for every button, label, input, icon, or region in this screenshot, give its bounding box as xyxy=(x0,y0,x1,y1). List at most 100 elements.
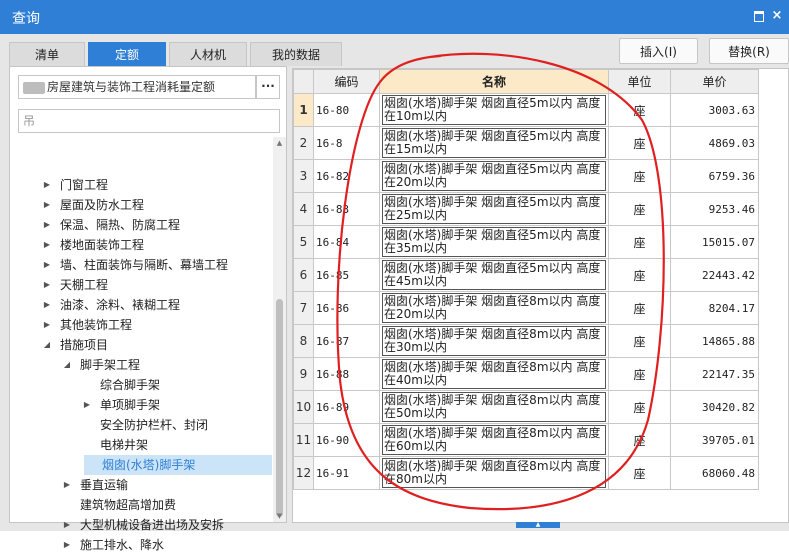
table-row[interactable]: 7 16-86 烟囱(水塔)脚手架 烟囱直径8m以内 高度在20m以内座 8204.1… xyxy=(293,291,759,325)
expanded-arrow-icon[interactable]: ◢ xyxy=(62,355,72,375)
row-number-cell: 7 xyxy=(293,291,314,325)
tree-item[interactable]: 综合脚手架 xyxy=(10,375,272,395)
expanded-arrow-icon[interactable]: ◢ xyxy=(42,335,52,355)
name-cell-text: 烟囱(水塔)脚手架 烟囱直径8m以内 高度在40m以内 xyxy=(382,359,606,389)
scroll-up-icon[interactable]: ▲ xyxy=(273,139,286,147)
row-number-cell: 6 xyxy=(293,258,314,292)
collapsed-arrow-icon[interactable]: ▶ xyxy=(42,255,52,275)
price-cell: 30420.82 xyxy=(670,390,759,424)
tree-item[interactable]: ◢ 措施项目 xyxy=(10,335,272,355)
tree-item[interactable]: ◢ 脚手架工程 xyxy=(10,355,272,375)
tree-item[interactable]: ▶ 施工排水、降水 xyxy=(10,535,272,555)
tree-item-label: 施工排水、降水 xyxy=(80,538,165,552)
more-button[interactable]: ··· xyxy=(256,75,280,99)
quota-book-value: 房屋建筑与装饰工程消耗量定额 xyxy=(47,80,216,94)
collapsed-arrow-icon[interactable]: ▶ xyxy=(82,395,92,415)
unit-header[interactable]: 单位 xyxy=(608,69,671,94)
collapsed-arrow-icon[interactable]: ▶ xyxy=(42,195,52,215)
name-cell: 烟囱(水塔)脚手架 烟囱直径8m以内 高度在40m以内 xyxy=(379,357,609,391)
tree-item[interactable]: ▶ 大型机械设备进出场及安拆 xyxy=(10,515,272,535)
collapsed-arrow-icon[interactable]: ▶ xyxy=(42,235,52,255)
close-icon[interactable]: × xyxy=(770,9,784,23)
search-input[interactable] xyxy=(18,109,280,133)
table-row[interactable]: 12 16-91 烟囱(水塔)脚手架 烟囱直径8m以内 高度在80m以内座 68060… xyxy=(293,456,759,490)
unit-cell: 座 xyxy=(608,357,671,391)
tab-my-data[interactable]: 我的数据 xyxy=(250,42,342,66)
price-cell: 22147.35 xyxy=(670,357,759,391)
row-number-cell: 8 xyxy=(293,324,314,358)
collapsed-arrow-icon[interactable]: ▶ xyxy=(42,295,52,315)
scroll-thumb[interactable] xyxy=(276,299,283,517)
collapsed-arrow-icon[interactable]: ▶ xyxy=(62,535,72,555)
tree-item-label: 油漆、涂料、裱糊工程 xyxy=(60,298,181,312)
replace-button[interactable]: 替换(R) xyxy=(709,38,789,64)
tree-item[interactable]: ▶ 天棚工程 xyxy=(10,275,272,295)
name-cell-text: 烟囱(水塔)脚手架 烟囱直径8m以内 高度在60m以内 xyxy=(382,425,606,455)
table-row[interactable]: 6 16-85 烟囱(水塔)脚手架 烟囱直径5m以内 高度在45m以内座 22443.… xyxy=(293,258,759,292)
splitter-handle[interactable]: ▲ xyxy=(516,522,560,528)
name-cell: 烟囱(水塔)脚手架 烟囱直径8m以内 高度在30m以内 xyxy=(379,324,609,358)
tab-bill[interactable]: 清单 xyxy=(9,42,85,66)
row-number-cell: 1 xyxy=(293,93,314,127)
collapsed-arrow-icon[interactable]: ▶ xyxy=(42,315,52,335)
tree-item[interactable]: ▶ 楼地面装饰工程 xyxy=(10,235,272,255)
code-cell: 16-8 xyxy=(313,126,380,160)
tree-item-label: 垂直运输 xyxy=(80,478,129,492)
price-header[interactable]: 单价 xyxy=(670,69,759,94)
name-header[interactable]: 名称 xyxy=(379,69,609,94)
tree-item-label: 墙、柱面装饰与隔断、幕墙工程 xyxy=(60,258,229,272)
collapsed-arrow-icon[interactable]: ▶ xyxy=(42,215,52,235)
table-row[interactable]: 8 16-87 烟囱(水塔)脚手架 烟囱直径8m以内 高度在30m以内座 14865.… xyxy=(293,324,759,358)
table-row[interactable]: 5 16-84 烟囱(水塔)脚手架 烟囱直径5m以内 高度在35m以内座 15015.… xyxy=(293,225,759,259)
unit-cell: 座 xyxy=(608,225,671,259)
tree-item[interactable]: ▶ 单项脚手架 xyxy=(10,395,272,415)
code-cell: 16-88 xyxy=(313,357,380,391)
tree-item-label: 措施项目 xyxy=(60,338,109,352)
quota-book-select[interactable]: 房屋建筑与装饰工程消耗量定额 xyxy=(18,75,256,99)
table-row[interactable]: 1 16-80 烟囱(水塔)脚手架 烟囱直径5m以内 高度在10m以内座 3003.6… xyxy=(293,93,759,127)
tab-quota[interactable]: 定额 xyxy=(88,42,166,66)
collapsed-arrow-icon[interactable]: ▶ xyxy=(62,475,72,495)
tree-item[interactable]: ▶ 油漆、涂料、裱糊工程 xyxy=(10,295,272,315)
name-cell-text: 烟囱(水塔)脚手架 烟囱直径8m以内 高度在20m以内 xyxy=(382,293,606,323)
collapsed-arrow-icon[interactable]: ▶ xyxy=(42,175,52,195)
tab-labor-material-machine[interactable]: 人材机 xyxy=(169,42,247,66)
tree-item[interactable]: ▶ 垂直运输 xyxy=(10,475,272,495)
tree-item[interactable]: ▶ 保温、隔热、防腐工程 xyxy=(10,215,272,235)
insert-button[interactable]: 插入(I) xyxy=(619,38,698,64)
table-row[interactable]: 4 16-83 烟囱(水塔)脚手架 烟囱直径5m以内 高度在25m以内座 9253.4… xyxy=(293,192,759,226)
code-cell: 16-83 xyxy=(313,192,380,226)
tree-item-label: 建筑物超高增加费 xyxy=(80,498,177,512)
collapsed-arrow-icon[interactable]: ▶ xyxy=(42,275,52,295)
table-row[interactable]: 2 16-8 烟囱(水塔)脚手架 烟囱直径5m以内 高度在15m以内座 4869.03 xyxy=(293,126,759,160)
window-title: 查询 xyxy=(12,11,40,27)
table-row[interactable]: 11 16-90 烟囱(水塔)脚手架 烟囱直径8m以内 高度在60m以内座 39705… xyxy=(293,423,759,457)
table-row[interactable]: 10 16-89 烟囱(水塔)脚手架 烟囱直径8m以内 高度在50m以内座 30420… xyxy=(293,390,759,424)
tree-item[interactable]: ▶ 门窗工程 xyxy=(10,175,272,195)
tree-item[interactable]: 安全防护栏杆、封闭 xyxy=(10,415,272,435)
tree-item[interactable]: ▶ 其他装饰工程 xyxy=(10,315,272,335)
code-header[interactable]: 编码 xyxy=(313,69,380,94)
tree-item-label: 脚手架工程 xyxy=(80,358,141,372)
tree-item[interactable]: ▶ 墙、柱面装饰与隔断、幕墙工程 xyxy=(10,255,272,275)
tree-scrollbar[interactable]: ▲ ▼ xyxy=(273,137,286,522)
table-row[interactable]: 3 16-82 烟囱(水塔)脚手架 烟囱直径5m以内 高度在20m以内座 6759.3… xyxy=(293,159,759,193)
tree-item[interactable]: 电梯井架 xyxy=(10,435,272,455)
collapsed-arrow-icon[interactable]: ▶ xyxy=(62,515,72,535)
restore-icon[interactable] xyxy=(752,9,766,23)
scroll-down-icon[interactable]: ▼ xyxy=(273,512,286,520)
code-cell: 16-90 xyxy=(313,423,380,457)
tree-item[interactable]: ▶ 屋面及防水工程 xyxy=(10,195,272,215)
name-cell-text: 烟囱(水塔)脚手架 烟囱直径5m以内 高度在35m以内 xyxy=(382,227,606,257)
code-cell: 16-84 xyxy=(313,225,380,259)
tree-item[interactable]: 建筑物超高增加费 xyxy=(10,495,272,515)
query-panel: 清单 定额 人材机 我的数据 插入(I) 替换(R) 房屋建筑与装饰工程消耗量定… xyxy=(0,34,789,552)
name-cell: 烟囱(水塔)脚手架 烟囱直径8m以内 高度在50m以内 xyxy=(379,390,609,424)
name-cell-text: 烟囱(水塔)脚手架 烟囱直径5m以内 高度在10m以内 xyxy=(382,95,606,125)
table-row[interactable]: 9 16-88 烟囱(水塔)脚手架 烟囱直径8m以内 高度在40m以内座 22147.… xyxy=(293,357,759,391)
tree-item[interactable]: 烟囱(水塔)脚手架 xyxy=(84,455,272,475)
unit-cell: 座 xyxy=(608,423,671,457)
name-cell-text: 烟囱(水塔)脚手架 烟囱直径5m以内 高度在45m以内 xyxy=(382,260,606,290)
row-number-header xyxy=(293,69,314,94)
code-cell: 16-86 xyxy=(313,291,380,325)
